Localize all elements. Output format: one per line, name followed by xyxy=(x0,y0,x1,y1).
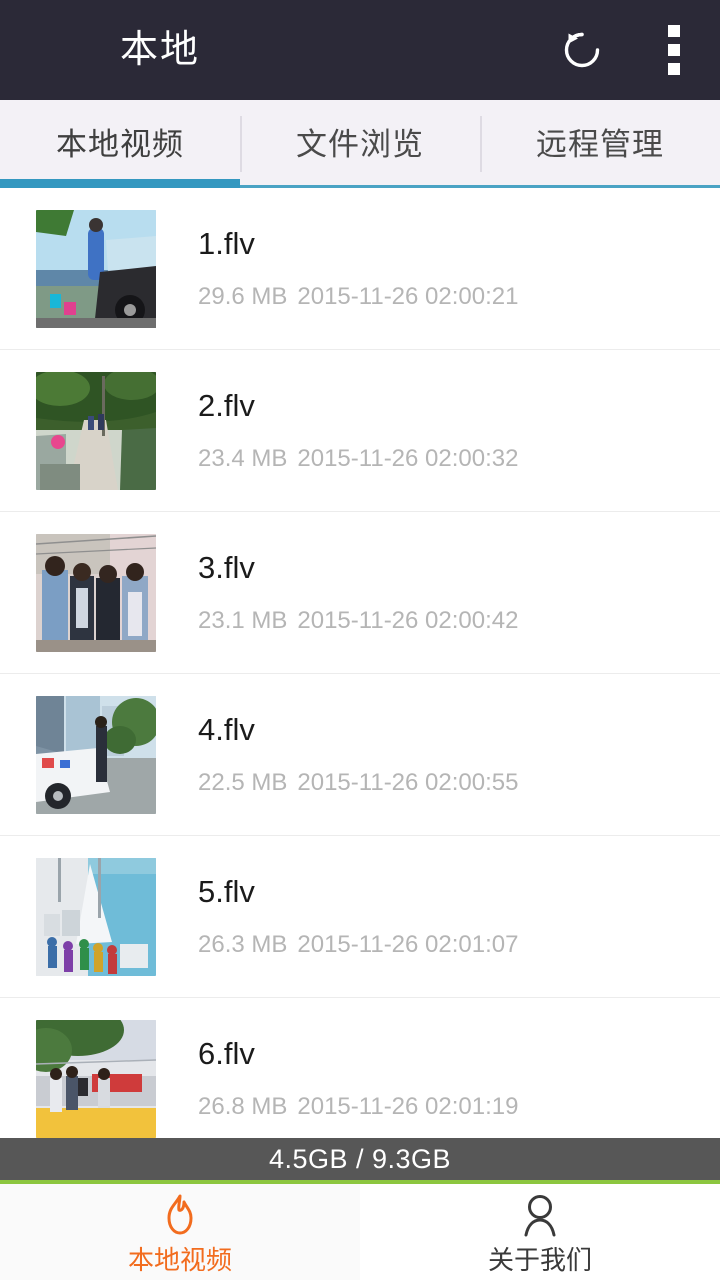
tab-divider xyxy=(480,116,482,172)
video-file-list[interactable]: 1.flv 29.6 MB 2015-11-26 02:00:21 2.flv … xyxy=(0,188,720,1138)
tab-active-indicator xyxy=(0,179,240,188)
video-thumbnail xyxy=(36,1019,156,1138)
file-name: 3.flv xyxy=(198,550,255,585)
nav-item-local-video[interactable]: 本地视频 xyxy=(0,1184,360,1280)
file-info: 4.flv 22.5 MB 2015-11-26 02:00:55 xyxy=(198,714,518,795)
app-root: 本地 本地视频 文件浏览 远程管理 1.flv 29.6 MB 2015-11-… xyxy=(0,0,720,1280)
tab-bar: 本地视频 文件浏览 远程管理 xyxy=(0,100,720,188)
file-info: 1.flv 29.6 MB 2015-11-26 02:00:21 xyxy=(198,228,518,309)
video-thumbnail xyxy=(36,371,156,490)
file-info: 2.flv 23.4 MB 2015-11-26 02:00:32 xyxy=(198,390,518,471)
file-meta: 22.5 MB 2015-11-26 02:00:55 xyxy=(198,771,518,795)
file-meta: 23.1 MB 2015-11-26 02:00:42 xyxy=(198,609,518,633)
tab-label: 本地视频 xyxy=(56,126,184,162)
file-meta: 23.4 MB 2015-11-26 02:00:32 xyxy=(198,447,518,471)
refresh-icon xyxy=(564,32,600,68)
table-row[interactable]: 2.flv 23.4 MB 2015-11-26 02:00:32 xyxy=(0,350,720,512)
table-row[interactable]: 6.flv 26.8 MB 2015-11-26 02:01:19 xyxy=(0,998,720,1138)
file-date: 2015-11-26 02:00:42 xyxy=(297,607,519,634)
file-name: 5.flv xyxy=(198,874,255,909)
table-row[interactable]: 1.flv 29.6 MB 2015-11-26 02:00:21 xyxy=(0,188,720,350)
table-row[interactable]: 3.flv 23.1 MB 2015-11-26 02:00:42 xyxy=(0,512,720,674)
tab-label: 远程管理 xyxy=(536,126,664,162)
file-name: 4.flv xyxy=(198,712,255,747)
person-icon xyxy=(520,1191,560,1237)
file-size: 22.5 MB xyxy=(198,769,288,796)
video-thumbnail xyxy=(36,857,156,976)
tab-divider xyxy=(240,116,242,172)
file-date: 2015-11-26 02:00:32 xyxy=(297,445,519,472)
tab-label: 文件浏览 xyxy=(296,126,424,162)
video-thumbnail xyxy=(36,533,156,652)
storage-text: 4.5GB / 9.3GB xyxy=(268,1143,452,1174)
file-meta: 29.6 MB 2015-11-26 02:00:21 xyxy=(198,285,518,309)
tab-file-browse[interactable]: 文件浏览 xyxy=(240,100,480,188)
table-row[interactable]: 4.flv 22.5 MB 2015-11-26 02:00:55 xyxy=(0,674,720,836)
tab-remote-manage[interactable]: 远程管理 xyxy=(480,100,720,188)
file-date: 2015-11-26 02:00:55 xyxy=(297,769,519,796)
file-size: 26.3 MB xyxy=(198,931,288,958)
file-size: 29.6 MB xyxy=(198,283,288,310)
file-name: 6.flv xyxy=(198,1036,255,1071)
page-title: 本地 xyxy=(120,29,201,71)
refresh-button[interactable] xyxy=(536,0,628,100)
overflow-menu-button[interactable] xyxy=(628,0,720,100)
bottom-navigation: 本地视频 关于我们 xyxy=(0,1184,720,1280)
file-date: 2015-11-26 02:01:07 xyxy=(297,931,519,958)
app-header: 本地 xyxy=(0,0,720,100)
file-name: 1.flv xyxy=(198,226,255,261)
tab-local-video[interactable]: 本地视频 xyxy=(0,100,240,188)
file-size: 23.4 MB xyxy=(198,445,288,472)
nav-item-about-us[interactable]: 关于我们 xyxy=(360,1184,720,1280)
file-size: 23.1 MB xyxy=(198,607,288,634)
file-info: 5.flv 26.3 MB 2015-11-26 02:01:07 xyxy=(198,876,518,957)
file-date: 2015-11-26 02:01:19 xyxy=(297,1093,519,1120)
table-row[interactable]: 5.flv 26.3 MB 2015-11-26 02:01:07 xyxy=(0,836,720,998)
file-info: 6.flv 26.8 MB 2015-11-26 02:01:19 xyxy=(198,1038,518,1119)
nav-label: 本地视频 xyxy=(127,1245,232,1275)
file-name: 2.flv xyxy=(198,388,255,423)
file-date: 2015-11-26 02:00:21 xyxy=(297,283,519,310)
nav-label: 关于我们 xyxy=(487,1245,592,1275)
file-size: 26.8 MB xyxy=(198,1093,288,1120)
file-meta: 26.3 MB 2015-11-26 02:01:07 xyxy=(198,933,518,957)
file-info: 3.flv 23.1 MB 2015-11-26 02:00:42 xyxy=(198,552,518,633)
video-thumbnail xyxy=(36,209,156,328)
header-actions xyxy=(536,0,720,100)
video-thumbnail xyxy=(36,695,156,814)
flame-icon xyxy=(160,1191,200,1237)
storage-status-bar: 4.5GB / 9.3GB xyxy=(0,1138,720,1180)
file-meta: 26.8 MB 2015-11-26 02:01:19 xyxy=(198,1095,518,1119)
overflow-menu-icon xyxy=(668,25,680,75)
